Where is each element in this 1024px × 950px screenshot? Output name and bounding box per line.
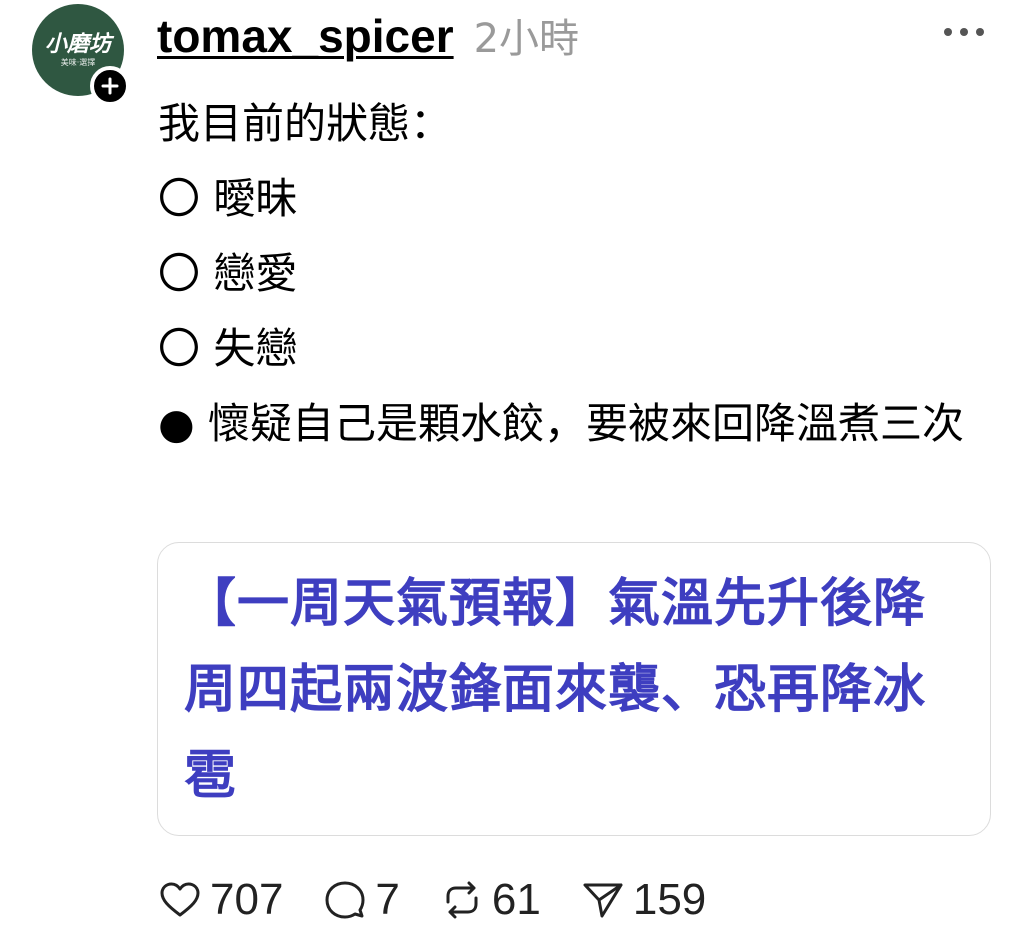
post-line: 〇 失戀 — [158, 324, 298, 373]
comment-count: 7 — [375, 875, 400, 924]
share-button[interactable]: 159 — [581, 875, 706, 925]
comment-icon — [325, 881, 365, 919]
like-count: 707 — [210, 875, 284, 924]
repost-count: 61 — [491, 875, 541, 924]
heart-icon — [160, 882, 200, 917]
link-preview-headline: 【一周天氣預報】氣溫先升後降 周四起兩波鋒面來襲、恐再降冰雹 — [184, 574, 927, 806]
send-icon — [583, 883, 623, 918]
username-link[interactable]: tomax_spicer — [157, 9, 454, 63]
action-bar: 707 7 61 159 — [158, 870, 746, 930]
avatar-brand-tagline: 美味·選擇 — [60, 57, 96, 67]
like-button[interactable]: 707 — [158, 875, 283, 925]
repost-button[interactable]: 61 — [440, 875, 541, 925]
post-header: tomax_spicer 2小時 — [157, 6, 579, 62]
repost-icon — [446, 881, 478, 919]
more-horizontal-icon — [944, 28, 952, 36]
post-line: ● 懷疑自己是顆水餃，要被來回降溫煮三次 — [158, 399, 964, 448]
link-preview-card[interactable]: 【一周天氣預報】氣溫先升後降 周四起兩波鋒面來襲、恐再降冰雹 — [157, 542, 991, 836]
avatar-brand-name: 小磨坊 — [44, 31, 111, 57]
post-line: 〇 戀愛 — [158, 249, 298, 298]
share-count: 159 — [632, 875, 707, 924]
post-time: 2小時 — [473, 16, 580, 62]
post-line: 〇 曖昧 — [158, 174, 298, 223]
follow-button[interactable] — [90, 66, 130, 106]
comment-button[interactable]: 7 — [323, 875, 400, 925]
post-line: 我目前的狀態： — [158, 99, 453, 148]
post-body: 我目前的狀態： 〇 曖昧 〇 戀愛 〇 失戀 ● 懷疑自己是顆水餃，要被來回降溫… — [158, 86, 978, 461]
more-options-button[interactable] — [944, 20, 984, 44]
plus-icon — [101, 77, 119, 95]
